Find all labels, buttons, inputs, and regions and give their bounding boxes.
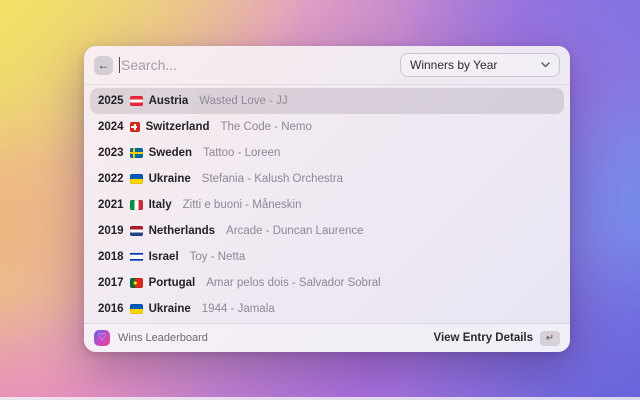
row-year: 2018 bbox=[98, 251, 124, 263]
row-country: Netherlands bbox=[149, 225, 215, 237]
search-input[interactable] bbox=[120, 46, 400, 84]
flag-icon bbox=[130, 252, 143, 262]
row-country: Ukraine bbox=[149, 173, 191, 185]
row-entry: Wasted Love - JJ bbox=[199, 95, 287, 107]
row-entry: Toy - Netta bbox=[190, 251, 246, 263]
flag-icon bbox=[130, 148, 143, 158]
command-name-label: Wins Leaderboard bbox=[118, 332, 434, 344]
list-item[interactable]: 2024 Switzerland The Code - Nemo bbox=[90, 114, 564, 140]
row-year: 2023 bbox=[98, 147, 124, 159]
flag-icon bbox=[130, 174, 143, 184]
row-year: 2022 bbox=[98, 173, 124, 185]
row-year: 2019 bbox=[98, 225, 124, 237]
row-entry: Amar pelos dois - Salvador Sobral bbox=[206, 277, 381, 289]
flag-icon bbox=[130, 200, 143, 210]
flag-icon bbox=[130, 226, 143, 236]
primary-action-label[interactable]: View Entry Details bbox=[434, 332, 534, 344]
row-year: 2016 bbox=[98, 303, 124, 315]
list-item[interactable]: 2022 Ukraine Stefania - Kalush Orchestra bbox=[90, 166, 564, 192]
results-list: 2025 Austria Wasted Love - JJ 2024 Switz… bbox=[84, 85, 570, 323]
footer-bar: ♡ Wins Leaderboard View Entry Details ↵ bbox=[84, 324, 570, 352]
row-country: Portugal bbox=[149, 277, 196, 289]
list-item[interactable]: 2025 Austria Wasted Love - JJ bbox=[90, 88, 564, 114]
search-field-wrap[interactable] bbox=[119, 46, 400, 84]
return-key-icon[interactable]: ↵ bbox=[540, 331, 560, 346]
row-year: 2021 bbox=[98, 199, 124, 211]
list-item[interactable]: 2016 Ukraine 1944 - Jamala bbox=[90, 296, 564, 322]
mode-dropdown[interactable]: Winners by Year bbox=[400, 53, 560, 77]
list-item[interactable]: 2021 Italy Zitti e buoni - Måneskin bbox=[90, 192, 564, 218]
row-year: 2017 bbox=[98, 277, 124, 289]
flag-icon bbox=[130, 278, 143, 288]
row-country: Switzerland bbox=[146, 121, 210, 133]
row-country: Austria bbox=[149, 95, 189, 107]
row-country: Israel bbox=[149, 251, 179, 263]
list-item[interactable]: 2019 Netherlands Arcade - Duncan Laurenc… bbox=[90, 218, 564, 244]
list-item[interactable]: 2018 Israel Toy - Netta bbox=[90, 244, 564, 270]
list-item[interactable]: 2023 Sweden Tattoo - Loreen bbox=[90, 140, 564, 166]
row-country: Sweden bbox=[149, 147, 192, 159]
row-entry: Zitti e buoni - Måneskin bbox=[183, 199, 302, 211]
heart-icon: ♡ bbox=[98, 333, 107, 343]
search-header: ← Winners by Year bbox=[84, 46, 570, 84]
row-entry: Stefania - Kalush Orchestra bbox=[202, 173, 343, 185]
back-button[interactable]: ← bbox=[94, 56, 113, 75]
flag-icon bbox=[130, 96, 143, 106]
mode-dropdown-value: Winners by Year bbox=[410, 58, 541, 72]
row-country: Italy bbox=[149, 199, 172, 211]
flag-icon bbox=[130, 122, 140, 132]
flag-icon bbox=[130, 304, 143, 314]
eurovision-heart-logo-icon: ♡ bbox=[94, 330, 110, 346]
command-palette-window: ← Winners by Year 2025 Austria Wasted Lo… bbox=[84, 46, 570, 352]
row-country: Ukraine bbox=[149, 303, 191, 315]
row-entry: Arcade - Duncan Laurence bbox=[226, 225, 363, 237]
list-item[interactable]: 2017 Portugal Amar pelos dois - Salvador… bbox=[90, 270, 564, 296]
row-year: 2025 bbox=[98, 95, 124, 107]
row-year: 2024 bbox=[98, 121, 124, 133]
row-entry: 1944 - Jamala bbox=[202, 303, 275, 315]
chevron-down-icon bbox=[541, 62, 550, 68]
row-entry: The Code - Nemo bbox=[221, 121, 312, 133]
row-entry: Tattoo - Loreen bbox=[203, 147, 280, 159]
